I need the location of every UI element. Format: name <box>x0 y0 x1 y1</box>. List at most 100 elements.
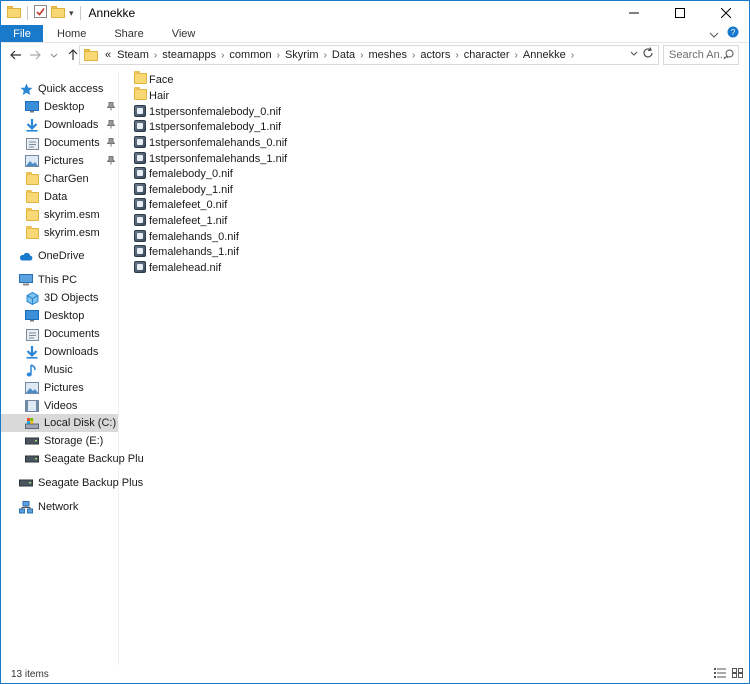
details-view-icon[interactable] <box>714 668 726 681</box>
ribbon-tabs: File Home Share View ? <box>1 25 749 43</box>
list-item[interactable]: femalehead.nif <box>134 260 221 275</box>
pin-icon[interactable] <box>106 137 116 149</box>
sidebar-item-chargen[interactable]: CharGen <box>25 170 89 188</box>
status-bar: 13 items <box>1 665 749 683</box>
sidebar-item-skyrim-esm[interactable]: skyrim.esm <box>25 224 100 242</box>
expand-ribbon-icon[interactable] <box>709 27 719 41</box>
ribbon-right-controls: ? <box>709 25 749 42</box>
list-item[interactable]: Hair <box>134 87 170 103</box>
file-name: femalebody_1.nif <box>149 183 233 196</box>
list-item[interactable]: femalebody_1.nif <box>134 182 233 197</box>
search-icon[interactable] <box>723 49 734 63</box>
address-history-icon[interactable] <box>630 48 638 59</box>
search-input[interactable]: Search An... <box>663 45 739 65</box>
pin-icon[interactable] <box>106 155 116 167</box>
breadcrumb-item[interactable]: meshes <box>366 49 411 61</box>
properties-icon[interactable] <box>34 5 47 21</box>
sidebar-item-local-disk[interactable]: Local Disk (C:) <box>1 414 118 432</box>
sidebar-item-data[interactable]: Data <box>25 188 67 206</box>
3d-objects-icon <box>25 291 39 305</box>
breadcrumb-item[interactable]: character <box>461 49 513 61</box>
new-folder-icon[interactable] <box>51 5 65 21</box>
view-switcher <box>714 668 743 681</box>
pin-icon[interactable] <box>106 119 116 131</box>
folder-icon <box>134 87 147 102</box>
sidebar-item-videos[interactable]: Videos <box>25 397 77 415</box>
sidebar-item-network[interactable]: Network <box>19 498 78 516</box>
tab-share[interactable]: Share <box>100 25 157 42</box>
file-name: femalehead.nif <box>149 261 222 274</box>
breadcrumb-separator[interactable]: › <box>322 50 329 61</box>
sidebar-item-this-pc[interactable]: This PC <box>19 271 77 289</box>
file-name: Hair <box>149 89 170 102</box>
breadcrumb-item[interactable]: Annekke <box>520 49 569 61</box>
list-item[interactable]: 1stpersonfemalebody_1.nif <box>134 119 281 134</box>
breadcrumb-overflow[interactable]: « <box>102 49 114 61</box>
documents-icon <box>25 136 39 150</box>
sidebar-item-label: Downloads <box>44 346 99 358</box>
sidebar-item-3d-objects[interactable]: 3D Objects <box>25 289 98 307</box>
back-button[interactable] <box>9 46 22 64</box>
maximize-button[interactable] <box>657 1 703 25</box>
sidebar-item-documents[interactable]: Documents <box>25 134 117 152</box>
tab-file[interactable]: File <box>1 25 43 42</box>
customize-toolbar-icon[interactable]: ▾ <box>69 8 74 19</box>
recent-locations-button[interactable] <box>47 46 60 64</box>
breadcrumb-separator[interactable]: › <box>275 50 282 61</box>
list-item[interactable]: femalebody_0.nif <box>134 166 233 181</box>
sidebar-item-pictures[interactable]: Pictures <box>25 379 84 397</box>
breadcrumb-separator[interactable]: › <box>410 50 417 61</box>
folder-icon <box>84 49 98 61</box>
close-button[interactable] <box>703 1 749 25</box>
list-item[interactable]: femalefeet_1.nif <box>134 213 227 228</box>
refresh-icon[interactable] <box>642 47 654 62</box>
nif-file-icon <box>134 214 147 227</box>
address-bar[interactable]: « Steam › steamapps › common › Skyrim › … <box>79 45 659 65</box>
breadcrumb-item[interactable]: Data <box>329 49 358 61</box>
breadcrumb-separator[interactable]: › <box>358 50 365 61</box>
sidebar-item-label: Pictures <box>44 382 84 394</box>
tab-home[interactable]: Home <box>43 25 100 42</box>
list-item[interactable]: femalefeet_0.nif <box>134 197 227 212</box>
breadcrumb-item[interactable]: Skyrim <box>282 49 322 61</box>
sidebar-item-documents[interactable]: Documents <box>25 325 100 343</box>
large-icons-view-icon[interactable] <box>732 668 743 681</box>
list-item[interactable]: 1stpersonfemalehands_1.nif <box>134 151 287 166</box>
help-icon[interactable]: ? <box>727 26 739 41</box>
breadcrumb-item[interactable]: Steam <box>114 49 152 61</box>
breadcrumb-item[interactable]: steamapps <box>159 49 219 61</box>
sidebar-item-storage-e[interactable]: Storage (E:) <box>25 432 103 450</box>
minimize-button[interactable] <box>611 1 657 25</box>
breadcrumb-separator[interactable]: › <box>569 50 576 61</box>
title-bar: ▾ Annekke <box>1 1 749 25</box>
list-item[interactable]: femalehands_0.nif <box>134 229 239 244</box>
nif-file-icon <box>134 183 147 196</box>
list-item[interactable]: Face <box>134 71 173 87</box>
breadcrumb-separator[interactable]: › <box>453 50 460 61</box>
breadcrumb-separator[interactable]: › <box>152 50 159 61</box>
sidebar-item-onedrive[interactable]: OneDrive <box>19 247 84 265</box>
breadcrumb-separator[interactable]: › <box>219 50 226 61</box>
list-item[interactable]: 1stpersonfemalebody_0.nif <box>134 104 281 119</box>
sidebar-item-quick-access[interactable]: Quick access <box>19 80 103 98</box>
sidebar-item-music[interactable]: Music <box>25 361 73 379</box>
breadcrumb-separator[interactable]: › <box>513 50 520 61</box>
list-item[interactable]: femalehands_1.nif <box>134 244 239 259</box>
forward-button[interactable] <box>28 46 41 64</box>
music-icon <box>25 363 39 377</box>
sidebar-item-pictures[interactable]: Pictures <box>25 152 117 170</box>
sidebar-item-desktop[interactable]: Desktop <box>25 307 84 325</box>
sidebar-item-downloads[interactable]: Downloads <box>25 343 98 361</box>
sidebar-item-skyrim-esm[interactable]: skyrim.esm <box>25 206 100 224</box>
breadcrumb-item[interactable]: actors <box>417 49 453 61</box>
file-name: 1stpersonfemalebody_0.nif <box>149 105 282 118</box>
downloads-icon <box>25 118 39 132</box>
up-button[interactable] <box>66 46 79 64</box>
sidebar-item-downloads[interactable]: Downloads <box>25 116 117 134</box>
nif-file-icon <box>134 136 147 149</box>
pin-icon[interactable] <box>106 101 116 113</box>
list-item[interactable]: 1stpersonfemalehands_0.nif <box>134 135 287 150</box>
breadcrumb-item[interactable]: common <box>226 49 274 61</box>
tab-view[interactable]: View <box>158 25 210 42</box>
sidebar-item-desktop[interactable]: Desktop <box>25 98 117 116</box>
